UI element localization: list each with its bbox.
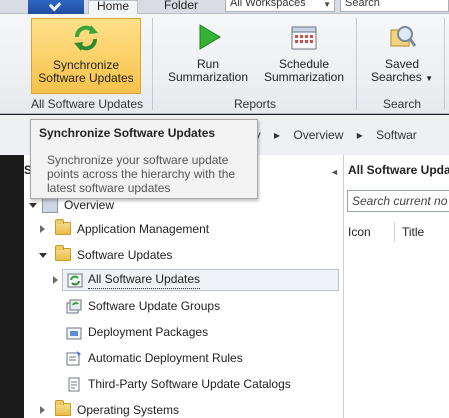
ribbon-tab-strip: Home Folder All Workspaces ▼ Search: [0, 0, 449, 15]
tree-item-software-updates[interactable]: Software Updates: [24, 245, 324, 267]
schedule-summarization-button[interactable]: Schedule Summarization: [258, 18, 350, 94]
ribbon: Synchronize Software Updates All Softwar…: [0, 14, 449, 114]
tab-folder[interactable]: Folder: [156, 0, 206, 14]
content-title: All Software Upda: [348, 163, 449, 177]
rule-icon: [66, 351, 82, 366]
tooltip-title: Synchronize Software Updates: [39, 126, 216, 140]
search-combo-value: Search: [345, 0, 380, 9]
group-label-search: Search: [382, 97, 422, 111]
ribbon-separator: [356, 18, 357, 110]
tree-item-label: Automatic Deployment Rules: [88, 351, 243, 365]
folder-icon: [55, 219, 71, 235]
run-label-line2: Summarization: [167, 70, 249, 84]
tree-item-label: Application Management: [77, 222, 210, 236]
tree-item-application-management[interactable]: Application Management: [24, 219, 324, 241]
tooltip-body: Synchronize your software update points …: [47, 153, 236, 195]
play-icon: [193, 22, 223, 52]
tree-item-operating-systems[interactable]: Operating Systems: [24, 400, 324, 418]
catalog-icon: [66, 377, 82, 392]
group-label-all-software-updates: All Software Updates: [30, 97, 144, 111]
breadcrumb-item[interactable]: Overview: [293, 128, 343, 142]
tree-item-third-party-catalogs[interactable]: Third-Party Software Update Catalogs: [62, 374, 339, 396]
tree-item-label: All Software Updates: [88, 270, 201, 289]
collapse-arrow-icon[interactable]: [39, 253, 47, 258]
tab-home[interactable]: Home: [88, 0, 139, 15]
content-pane: All Software Upda Search current no Icon…: [344, 155, 449, 418]
saved-label-line2: Searches: [371, 70, 422, 84]
tree-item-all-software-updates[interactable]: All Software Updates: [53, 269, 339, 291]
expand-arrow-icon[interactable]: [40, 225, 45, 233]
breadcrumb-item[interactable]: Softwar: [376, 128, 417, 142]
search-combo[interactable]: Search: [340, 0, 449, 12]
tree-item-automatic-deployment-rules[interactable]: Automatic Deployment Rules: [62, 348, 339, 370]
tree-item-software-update-groups[interactable]: Software Update Groups: [62, 296, 339, 318]
overview-icon: [42, 198, 58, 213]
run-summarization-button[interactable]: Run Summarization: [160, 18, 256, 94]
sync-icon: [71, 23, 101, 53]
update-group-icon: [66, 299, 82, 314]
saved-search-icon: [387, 22, 417, 52]
workspace-combo-value: All Workspaces: [230, 0, 306, 9]
tooltip: Synchronize Software Updates Synchronize…: [30, 119, 258, 199]
folder-icon: [55, 245, 71, 261]
collapse-pane-icon[interactable]: ◄: [330, 167, 339, 177]
ribbon-separator: [444, 18, 445, 110]
column-header-icon[interactable]: Icon: [348, 225, 371, 239]
column-separator[interactable]: [394, 222, 395, 242]
schedule-label-line2: Summarization: [263, 70, 345, 84]
application-menu-button[interactable]: [28, 0, 84, 14]
tree-item-label: Software Updates: [77, 248, 173, 262]
calendar-icon: [289, 22, 319, 52]
expand-arrow-icon[interactable]: [29, 203, 37, 208]
breadcrumb-separator-icon: ▸: [356, 128, 363, 142]
breadcrumb-separator-icon: ▸: [274, 128, 281, 142]
workspace-combo[interactable]: All Workspaces ▼: [225, 0, 335, 12]
column-header-title[interactable]: Title: [402, 225, 424, 239]
chevron-icon: [48, 0, 62, 12]
tree-item-label: Third-Party Software Update Catalogs: [88, 377, 291, 391]
tree-item-label: Operating Systems: [77, 403, 180, 417]
group-label-reports: Reports: [233, 97, 277, 111]
expand-arrow-icon[interactable]: [40, 406, 45, 414]
software-update-icon: [67, 273, 83, 288]
expand-arrow-icon[interactable]: [53, 276, 58, 284]
search-input[interactable]: Search current no: [347, 190, 449, 212]
dropdown-arrow-icon: ▼: [425, 74, 433, 83]
chevron-down-icon: ▼: [323, 0, 331, 9]
synchronize-software-updates-button[interactable]: Synchronize Software Updates: [31, 18, 141, 94]
package-icon: [66, 325, 82, 340]
tree-item-deployment-packages[interactable]: Deployment Packages: [62, 322, 339, 344]
saved-searches-button[interactable]: Saved Searches ▼: [364, 18, 440, 94]
tree-item-label: Software Update Groups: [88, 299, 221, 313]
sync-label-line2: Software Updates: [38, 71, 134, 85]
folder-icon: [55, 400, 71, 416]
ribbon-separator: [152, 18, 153, 110]
tree-item-label: Deployment Packages: [88, 325, 209, 339]
breadcrumb: rary ▸ Overview ▸ Softwar: [240, 128, 427, 142]
